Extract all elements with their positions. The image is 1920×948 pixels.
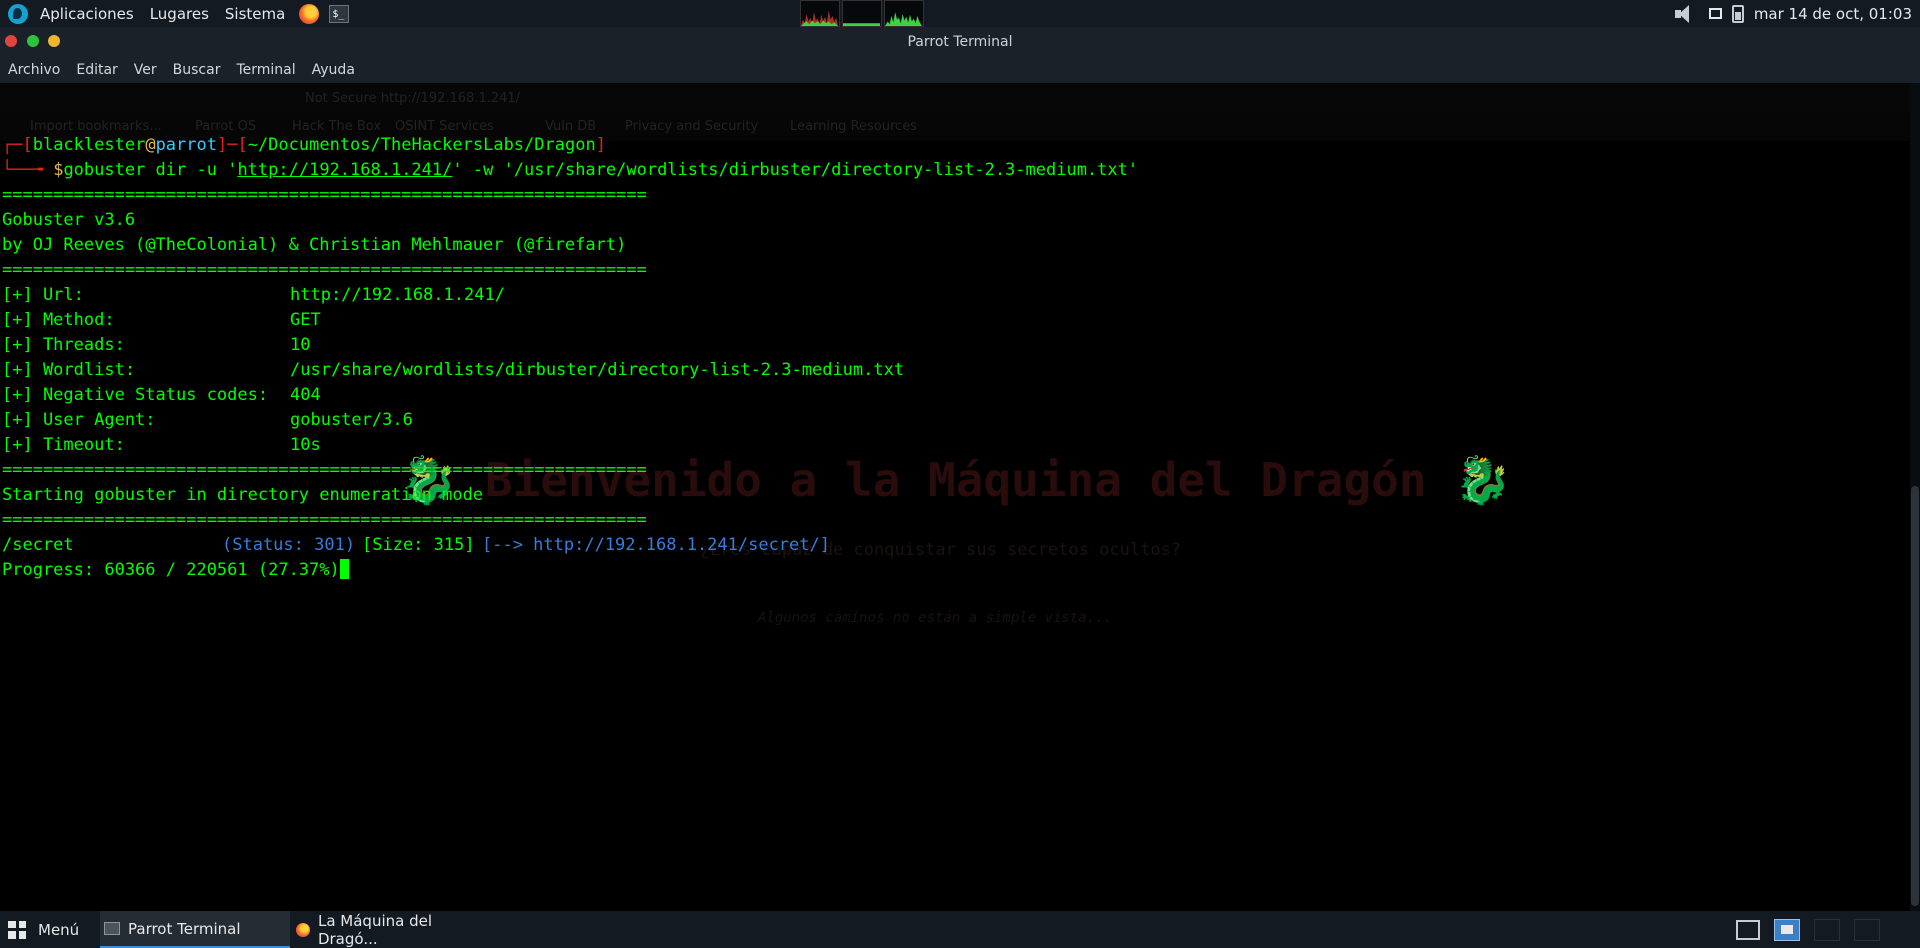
applications-menu[interactable]: Aplicaciones bbox=[32, 0, 142, 27]
menu-editar[interactable]: Editar bbox=[68, 62, 125, 78]
parrot-logo-icon[interactable] bbox=[8, 3, 28, 24]
config-key: [+] Method: bbox=[2, 310, 115, 330]
menu-ayuda[interactable]: Ayuda bbox=[304, 62, 363, 78]
separator-line: ========================================… bbox=[2, 460, 647, 480]
volume-icon[interactable] bbox=[1673, 3, 1699, 25]
battery-icon[interactable] bbox=[1731, 4, 1744, 23]
prompt-host: parrot bbox=[155, 135, 217, 155]
system-monitors bbox=[800, 0, 924, 27]
config-line: [+] Method: GET bbox=[2, 308, 321, 333]
separator-line: ========================================… bbox=[2, 185, 647, 205]
workspace-3-icon[interactable] bbox=[1854, 918, 1880, 941]
window-titlebar[interactable]: Parrot Terminal bbox=[0, 27, 1920, 57]
background-browser-address: Not Secure http://192.168.1.241/ bbox=[305, 91, 521, 106]
terminal-icon bbox=[104, 922, 120, 935]
cpu-monitor-graph bbox=[800, 0, 840, 27]
config-line: [+] User Agent: gobuster/3.6 bbox=[2, 408, 413, 433]
config-value: gobuster/3.6 bbox=[290, 410, 413, 430]
menu-grid-icon bbox=[8, 920, 26, 939]
taskbar-tray bbox=[1736, 911, 1880, 948]
firefox-icon bbox=[296, 922, 310, 937]
memory-chip-icon[interactable] bbox=[1736, 919, 1760, 940]
menu-archivo[interactable]: Archivo bbox=[0, 62, 68, 78]
firefox-launcher-icon[interactable] bbox=[299, 3, 320, 24]
display-icon[interactable] bbox=[1708, 8, 1722, 19]
banner-authors: by OJ Reeves (@TheColonial) & Christian … bbox=[2, 235, 627, 255]
prompt-at: @ bbox=[145, 135, 156, 155]
prompt-path: ~/Documentos/TheHackersLabs/Dragon bbox=[247, 135, 596, 155]
ghost-bookmark: Vuln DB bbox=[545, 119, 597, 134]
config-key: [+] Negative Status codes: bbox=[2, 385, 269, 405]
places-menu[interactable]: Lugares bbox=[142, 0, 217, 27]
config-key: [+] Wordlist: bbox=[2, 360, 136, 380]
result-size: [Size: 315] bbox=[362, 535, 475, 555]
prompt-user: blacklester bbox=[32, 135, 146, 155]
ghost-bookmark: Import bookmarks... bbox=[30, 119, 162, 134]
config-line: [+] Wordlist: /usr/share/wordlists/dirbus… bbox=[2, 358, 904, 383]
config-value: 10 bbox=[290, 335, 311, 355]
config-key: [+] User Agent: bbox=[2, 410, 156, 430]
config-value: http://192.168.1.241/ bbox=[290, 285, 505, 305]
taskbar-item-terminal[interactable]: Parrot Terminal bbox=[100, 911, 290, 948]
config-value: GET bbox=[290, 310, 321, 330]
ghost-bookmark: Learning Resources bbox=[790, 119, 917, 134]
config-line: [+] Negative Status codes: 404 bbox=[2, 383, 321, 408]
result-status: (Status: 301) bbox=[222, 535, 356, 555]
workspace-1-icon[interactable] bbox=[1774, 918, 1800, 941]
ghost-bookmark: OSINT Services bbox=[395, 119, 494, 134]
config-value: 10s bbox=[290, 435, 321, 455]
config-line: [+] Timeout: 10s bbox=[2, 433, 321, 458]
config-key: [+] Url: bbox=[2, 285, 84, 305]
separator-line: ========================================… bbox=[2, 510, 647, 530]
separator-line: ========================================… bbox=[2, 260, 647, 280]
taskbar-item-label: Parrot Terminal bbox=[128, 919, 241, 938]
background-page-hint: Algunos caminos no están a simple vista.… bbox=[758, 610, 1113, 626]
menu-buscar[interactable]: Buscar bbox=[165, 62, 229, 78]
terminal-menubar: Archivo Editar Ver Buscar Terminal Ayuda bbox=[0, 57, 1920, 83]
clock[interactable]: mar 14 de oct, 01:03 bbox=[1754, 5, 1912, 23]
ghost-bookmark: Privacy and Security bbox=[625, 119, 759, 134]
config-key: [+] Timeout: bbox=[2, 435, 125, 455]
command-url: http://192.168.1.241/ bbox=[237, 160, 453, 180]
ghost-bookmark: Hack The Box bbox=[292, 119, 382, 134]
banner-version: Gobuster v3.6 bbox=[2, 210, 136, 230]
window-title: Parrot Terminal bbox=[907, 34, 1013, 50]
mode-line: Starting gobuster in directory enumerati… bbox=[2, 485, 484, 505]
ghost-bookmark: Parrot OS bbox=[195, 119, 257, 134]
system-menu[interactable]: Sistema bbox=[217, 0, 293, 27]
memory-monitor-graph bbox=[842, 0, 882, 27]
menu-ver[interactable]: Ver bbox=[126, 62, 165, 78]
result-line: /secret (Status: 301) [Size: 315] [--> http… bbox=[2, 533, 830, 558]
config-key: [+] Threads: bbox=[2, 335, 125, 355]
config-line: [+] Url: http://192.168.1.241/ bbox=[2, 283, 505, 308]
config-value: /usr/share/wordlists/dirbuster/directory… bbox=[290, 360, 905, 380]
prompt-line: ┌─[blacklester@parrot]─[~/Documentos/The… bbox=[2, 135, 606, 155]
menu-terminal[interactable]: Terminal bbox=[228, 62, 303, 78]
terminal-launcher-icon[interactable]: $_ bbox=[329, 4, 350, 23]
config-line: [+] Threads: 10 bbox=[2, 333, 310, 358]
top-panel: Aplicaciones Lugares Sistema $_ mar 14 d… bbox=[0, 0, 1920, 27]
config-value: 404 bbox=[290, 385, 321, 405]
start-menu-label: Menú bbox=[38, 920, 80, 939]
command-line: └──╼ $gobuster dir -u 'http://192.168.1.… bbox=[2, 160, 1139, 180]
progress-text: Progress: 60366 / 220561 (27.37%) bbox=[2, 560, 340, 580]
result-redirect: [--> http://192.168.1.241/secret/] bbox=[482, 535, 830, 555]
bottom-taskbar: Menú Parrot Terminal La Máquina del Drag… bbox=[0, 911, 1920, 948]
background-browser-toolbar: Not Secure http://192.168.1.241/ bbox=[0, 83, 1910, 113]
progress-line: Progress: 60366 / 220561 (27.37%) bbox=[2, 558, 349, 583]
workspace-2-icon[interactable] bbox=[1814, 918, 1840, 941]
taskbar-item-browser[interactable]: La Máquina del Dragó... bbox=[292, 911, 496, 948]
terminal-output[interactable]: Not Secure http://192.168.1.241/ Import … bbox=[0, 83, 1910, 911]
start-menu-button[interactable]: Menú bbox=[8, 911, 79, 948]
command-prefix: gobuster dir -u ' bbox=[63, 160, 238, 180]
network-monitor-graph bbox=[884, 0, 924, 27]
system-tray: mar 14 de oct, 01:03 bbox=[1673, 0, 1920, 27]
taskbar-item-label: La Máquina del Dragó... bbox=[317, 911, 432, 948]
result-path: /secret bbox=[2, 535, 74, 555]
scrollbar-thumb[interactable] bbox=[1911, 486, 1919, 906]
command-suffix: ' -w '/usr/share/wordlists/dirbuster/dir… bbox=[452, 160, 1139, 180]
terminal-cursor bbox=[339, 559, 349, 579]
